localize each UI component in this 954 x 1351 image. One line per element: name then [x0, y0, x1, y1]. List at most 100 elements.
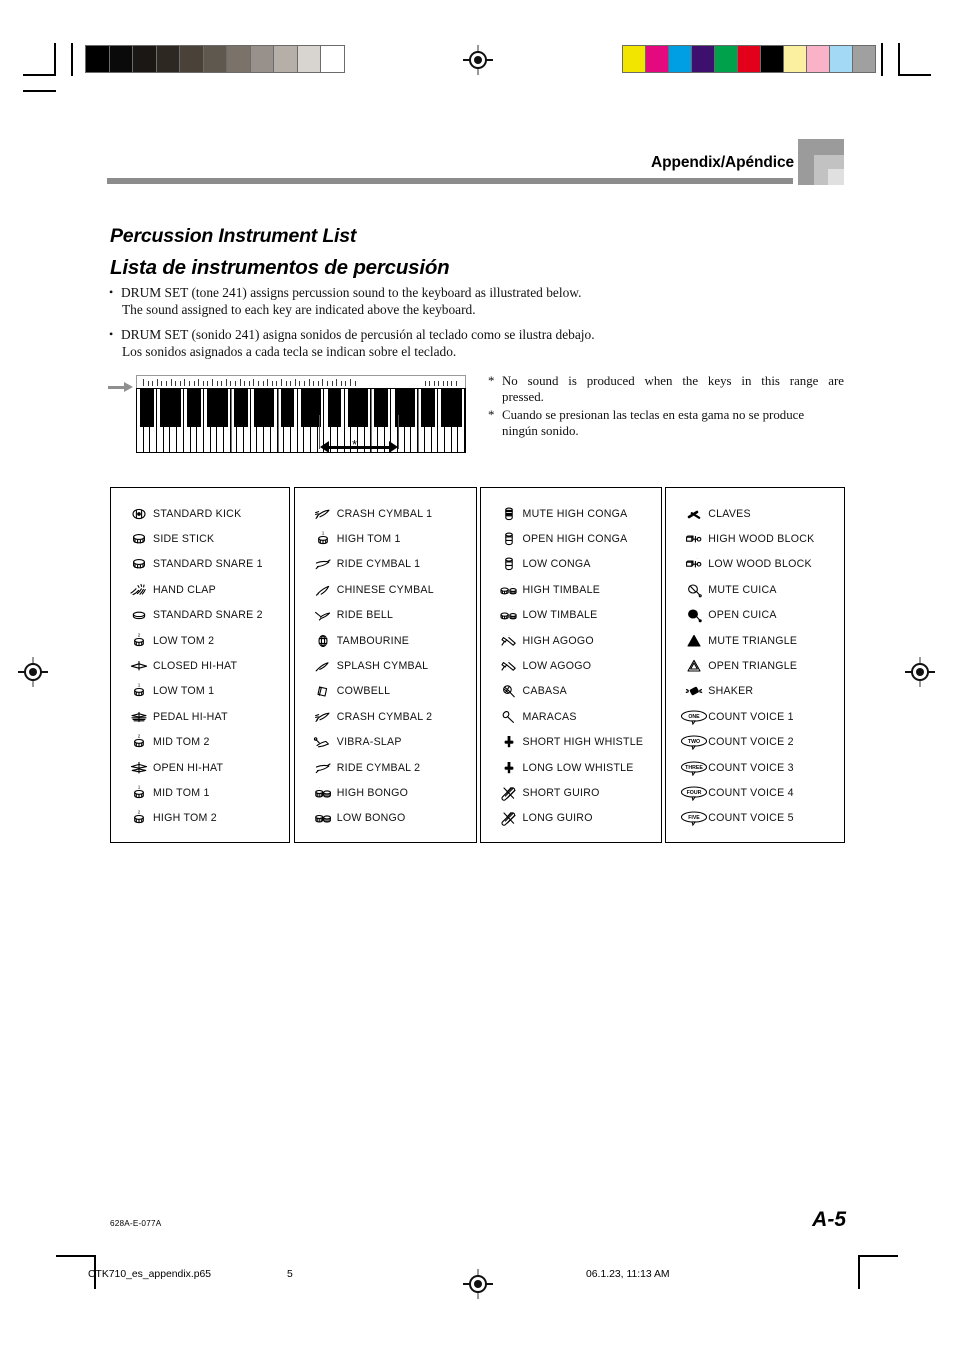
instrument-row: ONE COUNT VOICE 1: [666, 704, 844, 729]
percussion-instrument-table: STANDARD KICK SIDE STICK STANDARD SNARE 1 H…: [110, 487, 845, 843]
instrument-column-2: CRASH CYMBAL 1 1 HIGH TOM 1 RIDE CYMBAL 1 CH…: [293, 487, 477, 843]
piano-black-key: [146, 389, 154, 427]
key-assignment-tick: [175, 381, 177, 386]
svg-text:FIVE: FIVE: [688, 816, 700, 822]
key-assignment-tick: [455, 381, 457, 386]
grayscale-swatch: [321, 46, 344, 72]
instrument-label: SHORT HIGH WHISTLE: [522, 736, 644, 749]
instrument-row: . LOW TIMBALE: [481, 603, 662, 628]
conga-open-icon: [495, 554, 523, 574]
color-swatch: [692, 46, 714, 72]
key-assignment-tick: [184, 379, 186, 386]
svg-text:1: 1: [138, 784, 141, 789]
footer-document-code: 628A-E-077A: [110, 1219, 162, 1228]
color-swatch: [669, 46, 691, 72]
key-assignment-tick: [447, 381, 448, 386]
instrument-row: FIVE COUNT VOICE 5: [666, 806, 844, 831]
instrument-row: OPEN HIGH CONGA: [481, 526, 662, 551]
instrument-row: STANDARD SNARE 2: [111, 603, 289, 628]
maracas-icon: [495, 707, 523, 727]
chinese-cymbal-icon: [309, 580, 337, 600]
cowbell-icon: [309, 681, 337, 701]
instrument-label: HIGH BONGO: [336, 786, 409, 799]
count-voice-icon: ONE: [680, 707, 708, 727]
key-assignment-tick: [166, 381, 167, 386]
instrument-label: LOW TOM 2: [153, 634, 215, 647]
instrument-row: OPEN HI-HAT: [111, 755, 289, 780]
color-swatch: [784, 46, 806, 72]
crop-mark-bl-h: [56, 1255, 96, 1257]
ride-cymbal-icon: [309, 554, 337, 574]
crop-mark-tl-v: [54, 43, 56, 76]
piano-black-key: [361, 389, 369, 427]
count-voice-icon: FIVE: [680, 808, 708, 828]
claves-icon: [680, 504, 708, 524]
svg-text:.: .: [508, 632, 509, 636]
keyboard-diagram: *: [136, 375, 466, 453]
instrument-row: RIDE BELL: [295, 603, 476, 628]
registration-target-top: [463, 45, 493, 75]
bass-drum-icon: [125, 504, 153, 524]
key-assignment-tick: [276, 381, 278, 386]
key-assignment-tick: [308, 379, 310, 386]
key-assignment-tick: [313, 381, 315, 386]
key-assignment-tick: [235, 381, 236, 386]
key-assignment-tick: [143, 379, 144, 386]
header-rule: [107, 178, 793, 184]
instrument-label: RIDE CYMBAL 2: [336, 761, 421, 774]
instrument-label: MARACAS: [522, 710, 577, 723]
hi-hat-closed-icon: [125, 656, 153, 676]
instrument-row: 2 HIGH TOM 2: [111, 806, 289, 831]
grayscale-swatch: [250, 46, 273, 72]
instrument-row: 2 MID TOM 2: [111, 730, 289, 755]
piano-black-key: [220, 389, 228, 427]
instrument-row: CABASA: [481, 679, 662, 704]
instrument-row: . HIGH BONGO: [295, 780, 476, 805]
instrument-row: . LOW BONGO: [295, 806, 476, 831]
crop-mark-tl-h: [23, 74, 56, 76]
key-assignment-tick: [179, 381, 181, 386]
bullet-spanish-line1: DRUM SET (sonido 241) asigna sonidos de …: [121, 327, 595, 342]
tom-1-icon: 1: [125, 681, 153, 701]
agogo-icon: .: [495, 631, 523, 651]
instrument-label: LOW BONGO: [336, 812, 406, 825]
cabasa-icon: [495, 681, 523, 701]
crash-cymbal-icon: [309, 707, 337, 727]
instrument-row: SPLASH CYMBAL: [295, 653, 476, 678]
count-voice-icon: THREE: [680, 758, 708, 778]
instrument-label: CRASH CYMBAL 1: [336, 507, 433, 520]
footer-sheet-number: 5: [287, 1269, 293, 1280]
instrument-label: MUTE TRIANGLE: [708, 634, 798, 647]
triangle-open-icon: [680, 656, 708, 676]
key-assignment-tick: [244, 381, 246, 386]
key-assignment-tick: [152, 381, 154, 386]
instrument-label: LONG LOW WHISTLE: [522, 761, 634, 774]
key-assignment-tick: [429, 381, 431, 386]
instrument-label: COUNT VOICE 5: [708, 812, 794, 825]
wood-block-icon: .: [680, 554, 708, 574]
snare-drum-flat-icon: [125, 605, 153, 625]
piano-black-key: [334, 389, 342, 427]
instrument-row: PEDAL HI-HAT: [111, 704, 289, 729]
key-assignment-tick: [202, 381, 204, 386]
instrument-label: CLOSED HI-HAT: [153, 660, 238, 673]
bullet-english: DRUM SET (tone 241) assigns percussion s…: [108, 284, 808, 318]
key-assignment-tick: [216, 381, 218, 386]
color-calibration-strip: [622, 45, 876, 73]
instrument-label: MUTE CUICA: [708, 583, 777, 596]
instrument-row: CLOSED HI-HAT: [111, 653, 289, 678]
key-assignment-tick: [225, 379, 227, 386]
instrument-row: THREE COUNT VOICE 3: [666, 755, 844, 780]
grayscale-swatch: [274, 46, 297, 72]
conga-mute-icon: [495, 504, 523, 524]
key-assignment-tick: [221, 381, 223, 386]
piano-black-key: [407, 389, 415, 427]
instrument-label: SHAKER: [708, 685, 754, 698]
crop-mark-tr-v: [898, 43, 900, 76]
page-header-title: Appendix/Apéndice: [651, 154, 794, 171]
piano-black-key: [314, 389, 322, 427]
tambourine-icon: [309, 631, 337, 651]
piano-black-key: [173, 389, 181, 427]
grayscale-swatch: [156, 46, 179, 72]
key-assignment-tick: [212, 379, 213, 386]
